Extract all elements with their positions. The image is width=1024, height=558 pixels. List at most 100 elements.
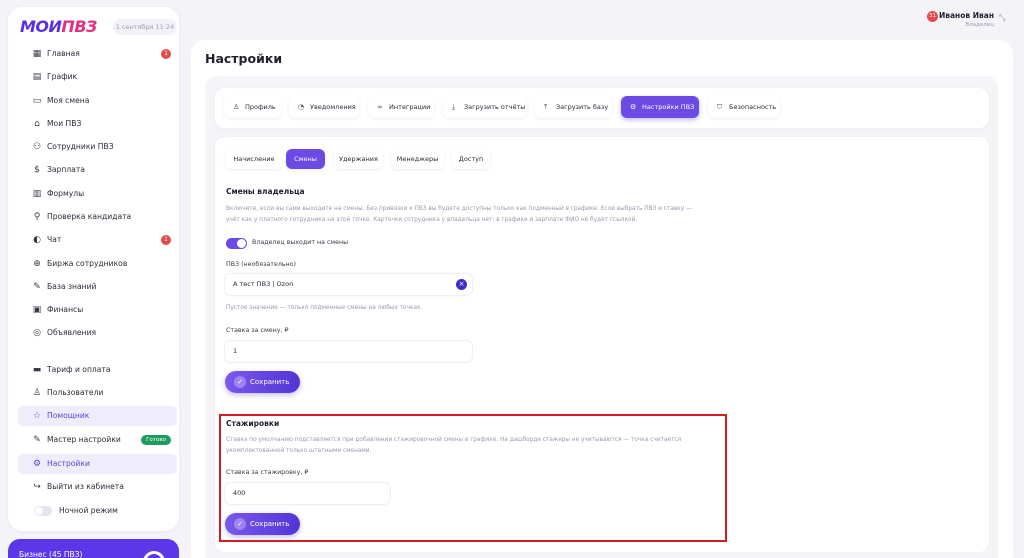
sidebar-item-label: Настройки xyxy=(47,459,90,468)
sidebar-item-globe[interactable]: ⊕ Биржа сотрудников xyxy=(18,254,177,274)
notifications-badge[interactable]: 31 xyxy=(927,11,938,22)
date-pill: 1 сентября 11:24 xyxy=(113,19,177,35)
tab-notifications[interactable]: ◔ Уведомления xyxy=(289,96,359,118)
sidebar-item-wallet[interactable]: ▣ Финансы xyxy=(18,300,177,320)
search-user-icon: ⚲ xyxy=(33,212,41,222)
sidebar-item-label: Главная xyxy=(47,49,80,58)
count-badge: 1 xyxy=(161,49,171,59)
megaphone-icon: ◎ xyxy=(33,328,41,338)
tab-label: Загрузить базу xyxy=(556,103,609,111)
logo[interactable]: МОИПВЗ xyxy=(20,17,97,36)
collapse-icon[interactable]: ⤡ xyxy=(999,13,1008,22)
sidebar-item-book[interactable]: ✎ База знаний xyxy=(18,277,177,297)
gear-icon: ⚙ xyxy=(630,103,637,111)
tab-upload-base[interactable]: ⤒ Загрузить базу xyxy=(535,96,612,118)
sidebar-item-calendar[interactable]: ▤ График xyxy=(18,67,177,87)
globe-icon: ⊕ xyxy=(33,259,41,269)
tab-label: Уведомления xyxy=(310,103,356,111)
wand-icon: ✎ xyxy=(33,435,41,445)
sidebar-item-label: График xyxy=(47,72,78,81)
user-name: Иванов Иван xyxy=(938,11,994,20)
tab-upload-reports[interactable]: ⤓ Загрузить отчёты xyxy=(443,96,527,118)
sidebar-item-megaphone[interactable]: ◎ Объявления xyxy=(18,323,177,343)
pvz-value: А тест ПВЗ | Ozon xyxy=(233,280,294,288)
owner-shifts-toggle-label: Владелец выходит на смены xyxy=(252,239,349,246)
sidebar-item-label: База знаний xyxy=(47,282,97,291)
plan-label: Бизнес (45 ПВЗ) xyxy=(19,550,83,558)
sidebar-item-label: Биржа сотрудников xyxy=(47,259,128,268)
user-role: Владелец xyxy=(965,22,995,28)
night-mode-toggle[interactable] xyxy=(34,506,52,516)
plan-progress-ring xyxy=(143,551,165,558)
wallet-icon: ▣ xyxy=(32,305,42,315)
tab-label: Загрузить отчёты xyxy=(464,103,526,111)
user-icon: ♙ xyxy=(233,103,240,111)
subtab-shifts[interactable]: Смены xyxy=(286,149,325,169)
download-icon: ⤓ xyxy=(452,103,456,111)
tab-profile[interactable]: ♙ Профиль xyxy=(224,96,281,118)
sidebar-item-label: Сотрудники ПВЗ xyxy=(47,142,114,151)
sidebar-item-user[interactable]: ♙ Пользователи xyxy=(18,383,177,403)
sidebar-item-search-user[interactable]: ⚲ Проверка кандидата xyxy=(18,207,177,227)
owner-shifts-desc-1: Включите, если вы сами выходите на смены… xyxy=(226,206,692,212)
sidebar-item-moon[interactable]: Ночной режим xyxy=(18,501,177,521)
tab-pvz-settings[interactable]: ⚙ Настройки ПВЗ xyxy=(621,96,699,118)
sidebar-item-store[interactable]: ⌂ Мои ПВЗ xyxy=(18,114,177,134)
sidebar-item-label: Выйти из кабинета xyxy=(47,482,124,491)
logout-icon: ↪ xyxy=(33,482,41,492)
sidebar-item-briefcase[interactable]: ▭ Моя смена xyxy=(18,91,177,111)
clear-icon[interactable]: × xyxy=(456,279,467,290)
logo-part2: ПВЗ xyxy=(61,17,97,36)
book-icon: ✎ xyxy=(33,282,41,292)
sidebar-item-logout[interactable]: ↪ Выйти из кабинета xyxy=(18,477,177,497)
tab-label: Настройки ПВЗ xyxy=(642,103,695,111)
sidebar-item-label: Зарплата xyxy=(47,165,85,174)
save-label: Сохранить xyxy=(250,378,290,386)
sidebar-item-label: Чат xyxy=(47,235,62,244)
formula-icon: ▥ xyxy=(32,189,42,199)
tab-security[interactable]: ⛉ Безопасность xyxy=(708,96,780,118)
owner-shifts-toggle[interactable] xyxy=(226,238,247,249)
sidebar-item-label: Проверка кандидата xyxy=(47,212,132,221)
sidebar-item-dollar[interactable]: $ Зарплата xyxy=(18,160,177,180)
shift-rate-label: Ставка за смену, ₽ xyxy=(226,327,289,334)
page-title: Настройки xyxy=(205,51,283,66)
star-icon: ☆ xyxy=(32,411,42,421)
sidebar-item-formula[interactable]: ▥ Формулы xyxy=(18,184,177,204)
sidebar-item-wand[interactable]: ✎ Мастер настройки Готово xyxy=(18,430,177,450)
subtab-deductions[interactable]: Удержания xyxy=(334,149,383,169)
sidebar-item-label: Мастер настройки xyxy=(47,435,121,444)
tab-label: Интеграции xyxy=(389,103,431,111)
tab-label: Профиль xyxy=(245,103,276,111)
tab-integrations[interactable]: ∞ Интеграции xyxy=(368,96,434,118)
users-icon: ⚇ xyxy=(32,142,42,152)
subtab-managers[interactable]: Менеджеры xyxy=(391,149,444,169)
save-owner-shifts-button[interactable]: ✓ Сохранить xyxy=(225,371,300,393)
pvz-select[interactable]: А тест ПВЗ | Ozon × xyxy=(225,274,472,295)
calendar-icon: ▤ xyxy=(32,72,42,82)
user-info[interactable]: Иванов Иван Владелец xyxy=(939,11,994,28)
gear-icon: ⚙ xyxy=(32,459,42,469)
highlight-box xyxy=(219,414,727,542)
subtab-access[interactable]: Доступ xyxy=(452,149,490,169)
sidebar-item-label: Финансы xyxy=(47,305,84,314)
bell-icon: ◔ xyxy=(298,103,305,111)
sidebar-item-star[interactable]: ☆ Помощник xyxy=(18,406,177,426)
shift-rate-input[interactable]: 1 xyxy=(225,341,472,362)
sidebar-item-gear[interactable]: ⚙ Настройки xyxy=(18,454,177,474)
plan-box[interactable]: Бизнес (45 ПВЗ) xyxy=(8,539,179,558)
tab-label: Безопасность xyxy=(729,103,777,111)
sidebar-item-card[interactable]: ▬ Тариф и оплата xyxy=(18,360,177,380)
logo-part1: МОИ xyxy=(20,17,62,36)
sidebar-item-label: Объявления xyxy=(47,328,97,337)
sidebar-item-label: Мои ПВЗ xyxy=(47,119,82,128)
settings-tabs: ♙ Профиль ◔ Уведомления ∞ Интеграции ⤓ Загру… xyxy=(215,88,989,128)
user-icon: ♙ xyxy=(32,388,42,398)
sidebar-item-label: Пользователи xyxy=(47,388,104,397)
sidebar-item-label: Помощник xyxy=(47,411,90,420)
sidebar-item-grid[interactable]: ▦ Главная 1 xyxy=(18,44,177,64)
subtab-accrual[interactable]: Начисление xyxy=(225,149,283,169)
sidebar-item-users[interactable]: ⚇ Сотрудники ПВЗ xyxy=(18,137,177,157)
sidebar-item-chat[interactable]: ◐ Чат 1 xyxy=(18,230,177,250)
done-badge: Готово xyxy=(141,435,171,445)
